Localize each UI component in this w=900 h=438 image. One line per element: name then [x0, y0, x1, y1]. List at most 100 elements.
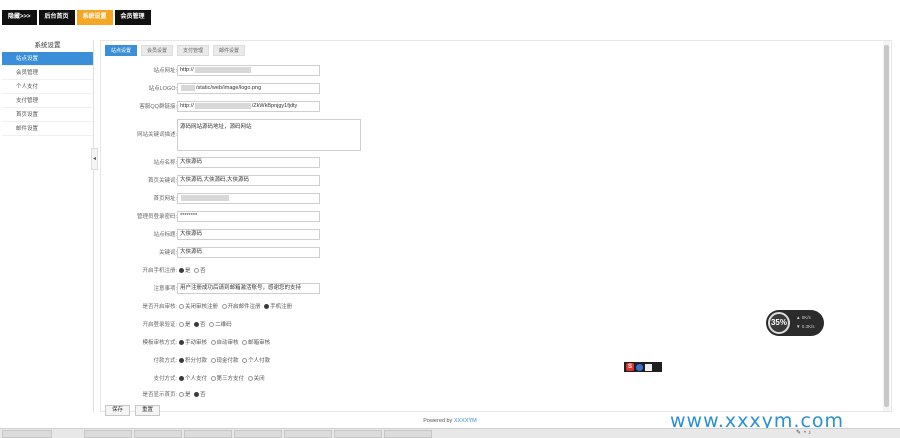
footer-powered-by: Powered by	[423, 418, 454, 424]
site-addr-label: 首页网址:	[153, 196, 177, 202]
show-ads-no-radio[interactable]	[194, 392, 200, 398]
description-textarea[interactable]: 源码网站源码地址，源码网站	[177, 119, 361, 151]
main-scrollbar[interactable]	[883, 41, 890, 411]
tray-network-icon[interactable]: ◔	[803, 430, 807, 436]
site-url-input[interactable]: http://	[177, 65, 320, 76]
row-site-name: 站点名称: 大侠源码	[101, 157, 801, 169]
scrollbar-thumb[interactable]	[884, 45, 889, 407]
taskbar-item[interactable]	[334, 430, 382, 438]
audit-method-radios: 手动审核 自动审核 邮箱审核	[177, 337, 270, 349]
open-register-yes-radio[interactable]	[179, 268, 184, 274]
pay-channel-label: 支付方式:	[153, 376, 177, 382]
copyright-input[interactable]: 大侠源码	[177, 247, 320, 258]
channel-close-radio[interactable]	[247, 376, 253, 382]
open-register-no-label: 否	[200, 268, 206, 274]
captcha-no-label: 否	[200, 322, 206, 328]
keywords-label: 首页关键词:	[147, 178, 177, 184]
audit-mail-radio[interactable]	[242, 340, 248, 346]
pay-method-label: 付款方式:	[153, 358, 177, 364]
admin-pwd-input[interactable]: ********	[177, 211, 320, 222]
member-mode-opt3-radio[interactable]	[264, 304, 270, 310]
captcha-yes-label: 是	[185, 322, 191, 328]
row-pay-channel: 支付方式: 个人支付 第三方支付 关闭	[101, 373, 801, 385]
captcha-qr-radio[interactable]	[209, 322, 215, 328]
tray-volume-icon[interactable]: ♪	[808, 430, 811, 436]
description-label: 网站关键词描述:	[136, 132, 177, 138]
enable-captcha-radios: 是 否 二维码	[177, 319, 232, 331]
channel-close-label: 关闭	[253, 376, 265, 382]
nav-members-button[interactable]: 会员管理	[114, 10, 151, 25]
site-addr-input[interactable]	[177, 193, 320, 204]
sidebar-item-mail-settings[interactable]: 邮件设置	[2, 122, 93, 136]
row-open-register: 开启手机注册: 是 否	[101, 265, 801, 277]
form-buttons: 保存 重置	[105, 405, 161, 416]
row-admin-pwd: 管理员登录密码: ********	[101, 211, 801, 223]
taskbar-item[interactable]	[284, 430, 332, 438]
captcha-no-radio[interactable]	[194, 322, 200, 328]
audit-auto-label: 自动审核	[216, 340, 239, 346]
open-register-no-radio[interactable]	[194, 268, 200, 274]
audit-manual-label: 手动审核	[185, 340, 208, 346]
footer-link[interactable]: XXXXYM	[454, 418, 477, 424]
row-site-addr: 首页网址:	[101, 193, 801, 205]
row-show-ads: 是否显示首页: 是 否	[101, 389, 801, 401]
tab-member-settings[interactable]: 会员设置	[141, 45, 174, 56]
channel-personal-radio[interactable]	[179, 376, 184, 382]
taskbar-item[interactable]	[384, 430, 432, 438]
captcha-yes-radio[interactable]	[179, 322, 184, 328]
sidebar-item-home-settings[interactable]: 首页设置	[2, 108, 93, 122]
tab-site-settings[interactable]: 站点设置	[105, 45, 138, 56]
pay-cash-label: 现金付款	[216, 358, 239, 364]
top-nav: 隐藏>>> 后台首页 系统设置 会员管理	[2, 10, 151, 25]
taskbar-item[interactable]	[184, 430, 232, 438]
network-speed-widget[interactable]: 35% ▲ 0K/s ▼ 0.3K/s	[766, 310, 824, 336]
pay-personal-radio[interactable]	[242, 358, 248, 364]
taskbar-item[interactable]	[2, 430, 52, 438]
pay-points-radio[interactable]	[179, 358, 184, 364]
row-site-title: 站点标题: 大侠源码	[101, 229, 801, 241]
show-ads-yes-radio[interactable]	[179, 392, 184, 398]
pay-channel-radios: 个人支付 第三方支付 关闭	[177, 373, 265, 385]
row-keywords: 首页关键词: 大侠源码,大侠源码,大侠源码	[101, 175, 801, 187]
row-description: 网站关键词描述: 源码网站源码地址，源码网站	[101, 119, 801, 153]
sidebar-collapse-icon[interactable]: ◂	[91, 148, 98, 170]
pay-cash-radio[interactable]	[210, 358, 216, 364]
show-ads-radios: 是 否	[177, 389, 206, 401]
member-mode-radios: 关闭审核注册 开启邮件注册 手机注册	[177, 301, 292, 313]
tray-pen-icon[interactable]: ✎	[796, 430, 801, 436]
tab-mail-settings[interactable]: 邮件设置	[213, 45, 246, 56]
audit-manual-radio[interactable]	[179, 340, 184, 346]
taskbar-item[interactable]	[84, 430, 132, 438]
sidebar-item-pay-manage[interactable]: 支付管理	[2, 94, 93, 108]
sidebar-item-site-settings[interactable]: 站点设置	[2, 52, 93, 66]
site-name-input[interactable]: 大侠源码	[177, 157, 320, 168]
save-button[interactable]: 保存	[105, 405, 131, 416]
ime-menu-icon[interactable]	[645, 363, 652, 371]
taskbar-item[interactable]	[234, 430, 282, 438]
nav-hide-button[interactable]: 隐藏>>>	[2, 10, 37, 25]
sogou-icon[interactable]: S	[626, 363, 634, 371]
qq-link-label: 客服QQ群链接:	[139, 104, 177, 110]
member-mode-opt1-radio[interactable]	[179, 304, 184, 310]
member-mode-opt2-radio[interactable]	[221, 304, 227, 310]
notice-input[interactable]: 用户注册成功后请到邮箱激活账号，感谢您的支持	[177, 283, 320, 294]
copyright-label: 关键词:	[158, 250, 177, 256]
sidebar-item-members[interactable]: 会员管理	[2, 66, 93, 80]
taskbar-item[interactable]	[134, 430, 182, 438]
nav-home-button[interactable]: 后台首页	[38, 10, 75, 25]
row-notice: 注意事项: 用户注册成功后请到邮箱激活账号，感谢您的支持	[101, 283, 801, 295]
sidebar-item-personal-pay[interactable]: 个人支付	[2, 80, 93, 94]
reset-button[interactable]: 重置	[135, 405, 161, 416]
row-member-mode: 是否开启审核: 关闭审核注册 开启邮件注册 手机注册	[101, 301, 801, 313]
channel-third-radio[interactable]	[210, 376, 216, 382]
ime-toolbar[interactable]: S	[624, 362, 662, 372]
qq-link-input[interactable]: http:///ZkWkBpnjgy1fjdty	[177, 101, 320, 112]
logo-input[interactable]: /static/web/image/logo.png	[177, 83, 320, 94]
member-mode-label: 是否开启审核:	[142, 304, 177, 310]
keywords-input[interactable]: 大侠源码,大侠源码,大侠源码	[177, 175, 320, 186]
site-title-input[interactable]: 大侠源码	[177, 229, 320, 240]
audit-auto-radio[interactable]	[210, 340, 216, 346]
nav-settings-button[interactable]: 系统设置	[76, 10, 113, 25]
ime-mode-icon[interactable]	[636, 363, 643, 371]
tab-pay-manage[interactable]: 支付管理	[177, 45, 210, 56]
